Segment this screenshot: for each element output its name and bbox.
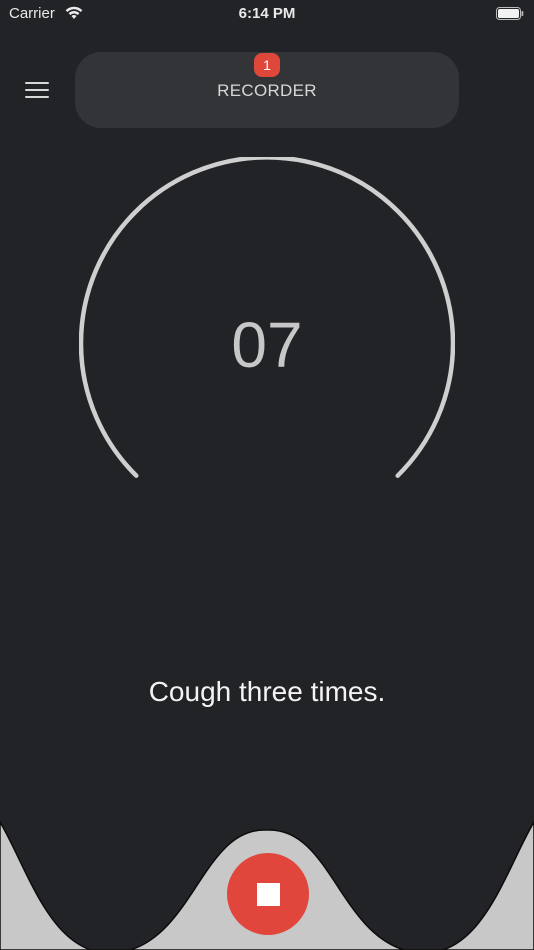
recorder-screen: Carrier 6:14 PM 1 RECORDER 07 Cough thre… xyxy=(0,0,534,950)
status-time: 6:14 PM xyxy=(238,5,296,22)
stop-icon xyxy=(256,882,280,906)
menu-button[interactable] xyxy=(18,74,56,106)
page-title: RECORDER xyxy=(217,81,317,100)
status-bar: Carrier 6:14 PM xyxy=(0,0,534,28)
header-bar: 1 RECORDER xyxy=(75,52,459,128)
stop-recording-button[interactable] xyxy=(227,853,309,935)
battery-icon xyxy=(496,7,524,20)
hamburger-menu-icon xyxy=(25,82,49,98)
notification-badge: 1 xyxy=(254,53,280,77)
countdown-number: 07 xyxy=(231,309,303,381)
countdown-dial: 07 xyxy=(79,157,455,533)
instruction-text: Cough three times. xyxy=(148,676,386,707)
